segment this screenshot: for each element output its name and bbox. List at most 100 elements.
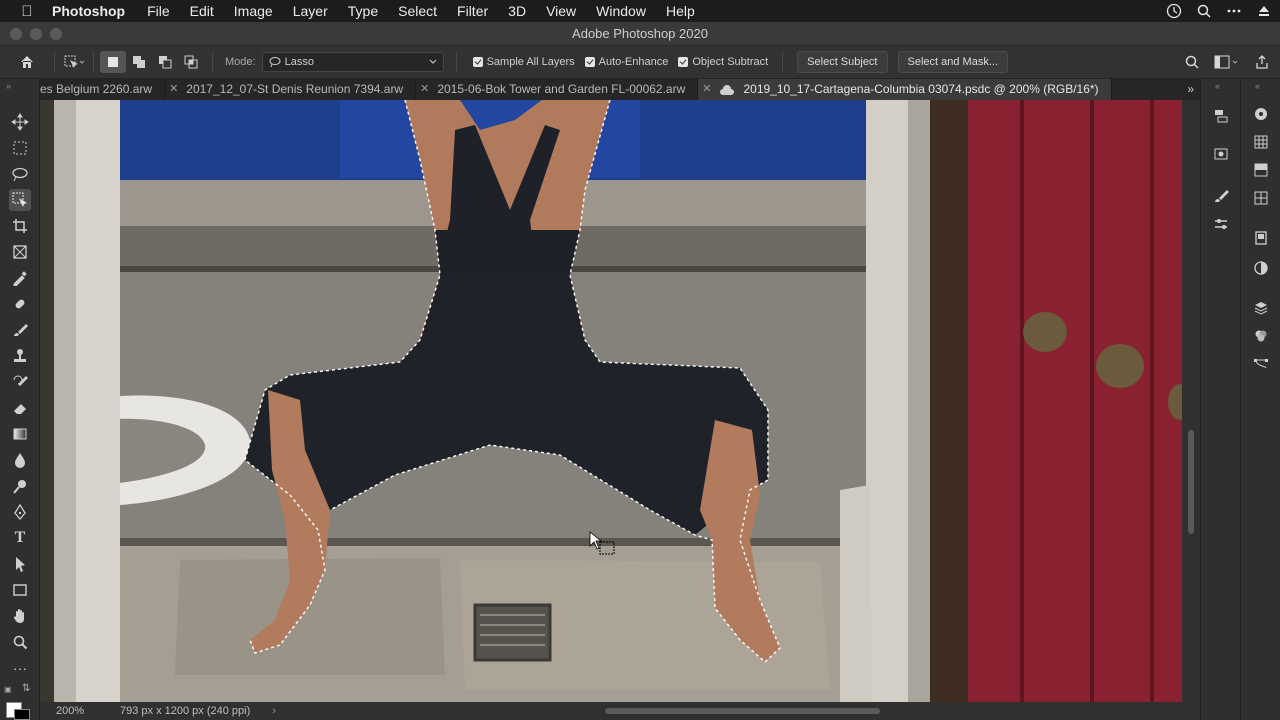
options-right-icons xyxy=(1184,54,1270,70)
menu-3d[interactable]: 3D xyxy=(498,3,536,19)
eyedropper-tool-icon[interactable] xyxy=(9,267,31,289)
lasso-tool-icon[interactable] xyxy=(9,163,31,185)
rectangle-tool-icon[interactable] xyxy=(9,579,31,601)
more-dots-icon[interactable] xyxy=(1226,3,1242,19)
object-subtract-checkbox[interactable]: Object Subtract xyxy=(678,56,768,68)
menu-file[interactable]: File xyxy=(137,3,180,19)
status-bar: 200% 793 px x 1200 px (240 ppi) › xyxy=(40,702,1200,720)
gradients-panel-icon[interactable] xyxy=(1250,159,1272,181)
menu-view[interactable]: View xyxy=(536,3,586,19)
menu-image[interactable]: Image xyxy=(224,3,283,19)
collapse-toolbar-icon[interactable]: » xyxy=(6,81,11,91)
close-tab-icon[interactable]: ✕ xyxy=(420,79,429,100)
channels-panel-icon[interactable] xyxy=(1250,325,1272,347)
home-icon[interactable] xyxy=(14,51,40,73)
eject-icon[interactable] xyxy=(1256,3,1272,19)
tab-label: 2017_12_07-St Denis Reunion 7394.arw xyxy=(186,82,404,96)
background-color-swatch[interactable] xyxy=(14,709,30,720)
subtract-from-selection-icon[interactable] xyxy=(152,51,178,73)
close-tab-icon[interactable]: ✕ xyxy=(169,79,178,100)
minimize-window-button[interactable] xyxy=(30,28,42,40)
zoom-tool-icon[interactable] xyxy=(9,631,31,653)
app-name-menu[interactable]: Photoshop xyxy=(44,3,137,19)
document-canvas[interactable] xyxy=(40,100,1182,702)
history-panel-icon[interactable] xyxy=(1210,105,1232,127)
divider xyxy=(455,52,457,72)
window-title-bar: Adobe Photoshop 2020 xyxy=(0,22,1280,46)
tab-document-active[interactable]: ✕ 2019_10_17-Cartagena-Columbia 03074.ps… xyxy=(698,79,1112,100)
gradient-tool-icon[interactable] xyxy=(9,423,31,445)
more-tabs-icon[interactable]: » xyxy=(1187,79,1194,100)
dodge-tool-icon[interactable] xyxy=(9,475,31,497)
menu-select[interactable]: Select xyxy=(388,3,447,19)
properties-panel-icon[interactable] xyxy=(1210,143,1232,165)
search-icon[interactable] xyxy=(1196,3,1212,19)
move-tool-icon[interactable] xyxy=(9,111,31,133)
layers-panel-icon[interactable] xyxy=(1250,297,1272,319)
auto-enhance-label: Auto-Enhance xyxy=(598,56,669,68)
auto-enhance-checkbox[interactable]: Auto-Enhance xyxy=(584,56,669,68)
path-selection-tool-icon[interactable] xyxy=(9,553,31,575)
select-subject-button[interactable]: Select Subject xyxy=(797,51,888,73)
mode-select[interactable]: Lasso xyxy=(261,52,444,72)
brushes-panel-icon[interactable] xyxy=(1210,185,1232,207)
adjustments-sliders-icon[interactable] xyxy=(1210,213,1232,235)
menu-help[interactable]: Help xyxy=(656,3,705,19)
pen-tool-icon[interactable] xyxy=(9,501,31,523)
default-colors-icon[interactable]: ▣ xyxy=(4,685,12,694)
type-tool-icon[interactable]: T xyxy=(9,527,31,549)
tab-document-2[interactable]: ✕ 2017_12_07-St Denis Reunion 7394.arw xyxy=(165,79,417,100)
adjustments-panel-icon[interactable] xyxy=(1250,257,1272,279)
search-icon[interactable] xyxy=(1184,54,1200,70)
menu-filter[interactable]: Filter xyxy=(447,3,498,19)
clone-stamp-tool-icon[interactable] xyxy=(9,345,31,367)
divider xyxy=(54,52,55,72)
healing-brush-tool-icon[interactable] xyxy=(9,293,31,315)
select-and-mask-button[interactable]: Select and Mask... xyxy=(897,51,1008,73)
zoom-window-button[interactable] xyxy=(50,28,62,40)
brush-tool-icon[interactable] xyxy=(9,319,31,341)
status-menu-chevron-icon[interactable]: › xyxy=(272,705,276,717)
swatches-panel-icon[interactable] xyxy=(1250,131,1272,153)
hand-tool-icon[interactable] xyxy=(9,605,31,627)
add-to-selection-icon[interactable] xyxy=(126,51,152,73)
checkbox-icon xyxy=(584,57,595,67)
tab-document-3[interactable]: ✕ 2015-06-Bok Tower and Garden FL-00062.… xyxy=(416,79,699,100)
share-icon[interactable] xyxy=(1254,54,1270,70)
vertical-scrollbar[interactable] xyxy=(1182,100,1200,702)
menu-type[interactable]: Type xyxy=(338,3,388,19)
collapse-panels-icon[interactable]: « xyxy=(1215,81,1220,91)
history-brush-tool-icon[interactable] xyxy=(9,371,31,393)
workspace-icon[interactable] xyxy=(1214,54,1240,70)
clock-icon[interactable] xyxy=(1166,3,1182,19)
sample-all-layers-checkbox[interactable]: Sample All Layers xyxy=(472,56,575,68)
marquee-tool-icon[interactable] xyxy=(9,137,31,159)
object-selection-tool-icon[interactable] xyxy=(9,189,31,211)
new-selection-icon[interactable] xyxy=(100,51,126,73)
menu-window[interactable]: Window xyxy=(586,3,656,19)
scrollbar-thumb[interactable] xyxy=(1188,430,1194,534)
blur-tool-icon[interactable] xyxy=(9,449,31,471)
close-window-button[interactable] xyxy=(10,28,22,40)
libraries-panel-icon[interactable] xyxy=(1250,227,1272,249)
menu-bar:  Photoshop File Edit Image Layer Type S… xyxy=(0,0,1280,22)
color-panel-icon[interactable] xyxy=(1250,103,1272,125)
close-tab-icon[interactable]: ✕ xyxy=(702,79,711,100)
photo xyxy=(40,100,1182,702)
swap-colors-icon[interactable]: ⇅ xyxy=(22,683,30,694)
apple-icon[interactable]:  xyxy=(10,3,44,20)
tool-preset-picker[interactable] xyxy=(61,51,87,73)
collapse-panels-icon[interactable]: « xyxy=(1255,81,1260,91)
frame-tool-icon[interactable] xyxy=(9,241,31,263)
horizontal-scrollbar-thumb[interactable] xyxy=(605,708,880,714)
intersect-selection-icon[interactable] xyxy=(178,51,204,73)
more-tools-icon[interactable]: ··· xyxy=(9,657,31,679)
zoom-level[interactable]: 200% xyxy=(56,705,116,717)
menu-layer[interactable]: Layer xyxy=(283,3,338,19)
tab-document-1[interactable]: es Belgium 2260.arw xyxy=(40,79,166,100)
menu-edit[interactable]: Edit xyxy=(180,3,224,19)
crop-tool-icon[interactable] xyxy=(9,215,31,237)
patterns-panel-icon[interactable] xyxy=(1250,187,1272,209)
paths-panel-icon[interactable] xyxy=(1250,353,1272,375)
eraser-tool-icon[interactable] xyxy=(9,397,31,419)
